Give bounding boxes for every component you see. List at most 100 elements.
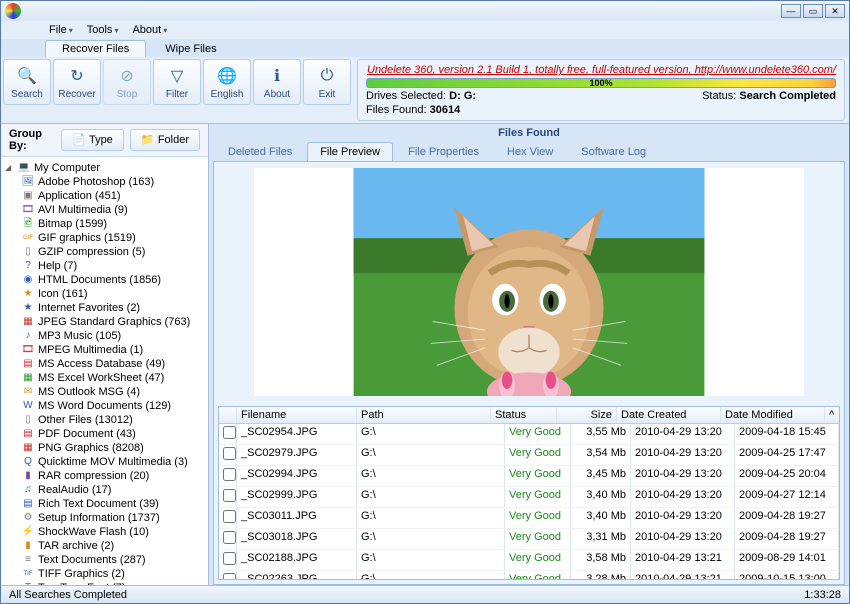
- cell-filename: _SC02979.JPG: [237, 445, 357, 465]
- cat-photo-icon: [254, 168, 804, 396]
- menu-tools[interactable]: Tools▾: [83, 23, 123, 37]
- group-by-folder-button[interactable]: 📁Folder: [130, 129, 200, 151]
- table-row[interactable]: _SC03011.JPGG:\Very Good3,40 Mb2010-04-2…: [219, 508, 839, 529]
- tree-item[interactable]: ▤MS Access Database (49): [19, 357, 206, 371]
- cell-size: 3,40 Mb: [571, 487, 631, 507]
- file-type-tree[interactable]: ◢ 💻 My Computer 🖼Adobe Photoshop (163)▣A…: [1, 157, 208, 585]
- cell-date-created: 2010-04-29 13:21: [631, 571, 735, 579]
- table-row[interactable]: _SC02188.JPGG:\Very Good3,58 Mb2010-04-2…: [219, 550, 839, 571]
- search-icon: 🔍: [16, 65, 38, 87]
- col-size[interactable]: Size: [557, 407, 617, 423]
- row-checkbox[interactable]: [223, 531, 236, 544]
- tree-item[interactable]: ▤Rich Text Document (39): [19, 497, 206, 511]
- minimize-button[interactable]: —: [781, 4, 801, 18]
- row-checkbox[interactable]: [223, 510, 236, 523]
- detail-tab[interactable]: Hex View: [494, 142, 566, 161]
- tree-item[interactable]: ◉HTML Documents (1856): [19, 273, 206, 287]
- table-row[interactable]: _SC03018.JPGG:\Very Good3,31 Mb2010-04-2…: [219, 529, 839, 550]
- filetype-icon: ♪: [21, 329, 35, 343]
- tree-item[interactable]: ★Internet Favorites (2): [19, 301, 206, 315]
- col-path[interactable]: Path: [357, 407, 491, 423]
- row-checkbox[interactable]: [223, 447, 236, 460]
- tree-item[interactable]: 🎞MPEG Multimedia (1): [19, 343, 206, 357]
- tree-item[interactable]: 🎞AVI Multimedia (9): [19, 203, 206, 217]
- tree-item[interactable]: ≡Text Documents (287): [19, 553, 206, 567]
- toolbar-label: Search: [11, 89, 43, 100]
- cell-date-created: 2010-04-29 13:20: [631, 487, 735, 507]
- tree-item[interactable]: TIFTIFF Graphics (2): [19, 567, 206, 581]
- table-row[interactable]: _SC02954.JPGG:\Very Good3,55 Mb2010-04-2…: [219, 424, 839, 445]
- tree-item[interactable]: ▯GZIP compression (5): [19, 245, 206, 259]
- detail-tab[interactable]: File Properties: [395, 142, 492, 161]
- tree-item[interactable]: QQuicktime MOV Multimedia (3): [19, 455, 206, 469]
- filter-button[interactable]: ▽Filter: [153, 59, 201, 105]
- tree-item[interactable]: ✉MS Outlook MSG (4): [19, 385, 206, 399]
- about-button[interactable]: ℹAbout: [253, 59, 301, 105]
- tree-item[interactable]: ▤PDF Document (43): [19, 427, 206, 441]
- filetype-icon: 🖻: [21, 217, 35, 231]
- menu-about[interactable]: About▾: [128, 23, 171, 37]
- table-row[interactable]: _SC02979.JPGG:\Very Good3,54 Mb2010-04-2…: [219, 445, 839, 466]
- tree-root-label: My Computer: [34, 161, 100, 175]
- tree-item[interactable]: ▦MS Excel WorkSheet (47): [19, 371, 206, 385]
- col-date-created[interactable]: Date Created: [617, 407, 721, 423]
- tree-item-label: TIFF Graphics (2): [38, 567, 125, 581]
- tree-item[interactable]: ?Help (7): [19, 259, 206, 273]
- col-status[interactable]: Status: [491, 407, 557, 423]
- tree-item[interactable]: ▮TAR archive (2): [19, 539, 206, 553]
- tree-item[interactable]: ▮RAR compression (20): [19, 469, 206, 483]
- table-row[interactable]: _SC02994.JPGG:\Very Good3,45 Mb2010-04-2…: [219, 466, 839, 487]
- tree-item[interactable]: ★Icon (161): [19, 287, 206, 301]
- detail-tab[interactable]: File Preview: [307, 142, 393, 161]
- version-link[interactable]: Undelete 360, version 2.1 Build 1, total…: [367, 64, 836, 76]
- table-header: Filename Path Status Size Date Created D…: [219, 407, 839, 424]
- tab-wipe-files[interactable]: Wipe Files: [148, 40, 233, 57]
- cell-path: G:\: [357, 508, 505, 528]
- tree-root[interactable]: ◢ 💻 My Computer: [3, 161, 206, 175]
- close-button[interactable]: ✕: [825, 4, 845, 18]
- tree-item[interactable]: ▦PNG Graphics (8208): [19, 441, 206, 455]
- row-checkbox[interactable]: [223, 426, 236, 439]
- tree-item[interactable]: WMS Word Documents (129): [19, 399, 206, 413]
- row-checkbox[interactable]: [223, 489, 236, 502]
- detail-tab[interactable]: Software Log: [568, 142, 659, 161]
- titlebar: — ▭ ✕: [1, 1, 849, 21]
- col-date-modified[interactable]: Date Modified: [721, 407, 825, 423]
- col-filename[interactable]: Filename: [237, 407, 357, 423]
- table-row[interactable]: _SC02263.JPGG:\Very Good3,28 Mb2010-04-2…: [219, 571, 839, 579]
- row-checkbox[interactable]: [223, 552, 236, 565]
- scrollbar-spacer: ^: [825, 407, 839, 423]
- collapse-icon[interactable]: ◢: [5, 161, 14, 175]
- tree-item[interactable]: ▣Application (451): [19, 189, 206, 203]
- tree-item[interactable]: ⚡ShockWave Flash (10): [19, 525, 206, 539]
- filetype-icon: Q: [21, 455, 35, 469]
- english-button[interactable]: 🌐English: [203, 59, 251, 105]
- filetype-icon: ▮: [21, 539, 35, 553]
- search-button[interactable]: 🔍 Search: [3, 59, 51, 105]
- statusbar-message: All Searches Completed: [9, 589, 127, 601]
- table-row[interactable]: _SC02999.JPGG:\Very Good3,40 Mb2010-04-2…: [219, 487, 839, 508]
- row-checkbox[interactable]: [223, 573, 236, 579]
- exit-button[interactable]: ⏻Exit: [303, 59, 351, 105]
- tree-item-label: Application (451): [38, 189, 121, 203]
- tree-item-label: Icon (161): [38, 287, 88, 301]
- tree-item[interactable]: ▦JPEG Standard Graphics (763): [19, 315, 206, 329]
- exit-icon: ⏻: [316, 65, 338, 87]
- tree-item[interactable]: 🖻Bitmap (1599): [19, 217, 206, 231]
- tree-item[interactable]: ♪MP3 Music (105): [19, 329, 206, 343]
- tree-item[interactable]: 🖼Adobe Photoshop (163): [19, 175, 206, 189]
- maximize-button[interactable]: ▭: [803, 4, 823, 18]
- computer-icon: 💻: [17, 161, 31, 175]
- group-by-type-button[interactable]: 📄Type: [61, 129, 124, 151]
- detail-tab[interactable]: Deleted Files: [215, 142, 305, 161]
- tree-item[interactable]: ♫RealAudio (17): [19, 483, 206, 497]
- tree-item[interactable]: ▯Other Files (13012): [19, 413, 206, 427]
- tree-item[interactable]: GIFGIF graphics (1519): [19, 231, 206, 245]
- menu-file[interactable]: File▾: [45, 23, 77, 37]
- tree-item[interactable]: ⚙Setup Information (1737): [19, 511, 206, 525]
- recover-button[interactable]: ↻Recover: [53, 59, 101, 105]
- toolbar-label: Filter: [166, 89, 188, 100]
- row-checkbox[interactable]: [223, 468, 236, 481]
- cell-status: Very Good: [505, 529, 571, 549]
- tab-recover-files[interactable]: Recover Files: [45, 40, 146, 57]
